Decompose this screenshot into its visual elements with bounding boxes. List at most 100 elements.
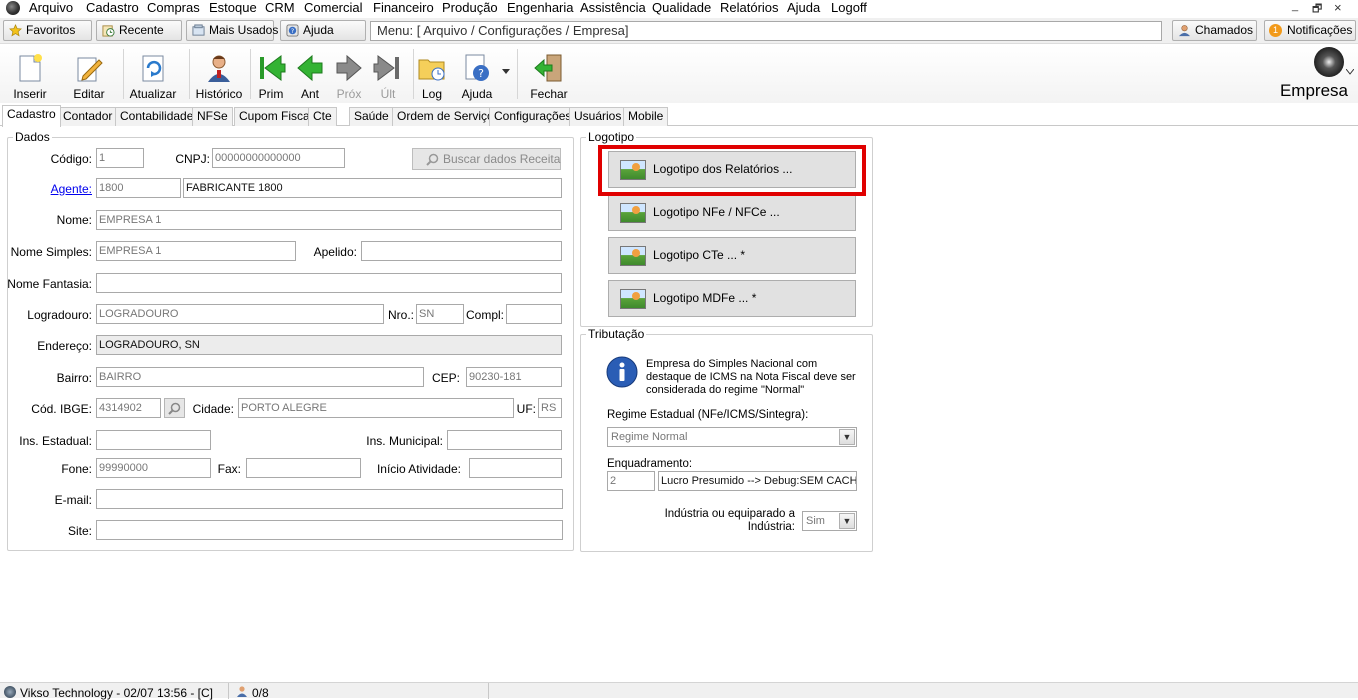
menu-path-display: Menu: [ Arquivo / Configurações / Empres… (370, 21, 1162, 41)
app-logo-icon[interactable] (6, 1, 20, 15)
chevron-down-icon[interactable] (502, 69, 510, 75)
logotipo-cte-button[interactable]: Logotipo CTe ... * (608, 237, 856, 274)
cep-field[interactable]: 90230-181 (466, 367, 562, 387)
historico-button[interactable]: Histórico (196, 49, 242, 101)
tab-nfse[interactable]: NFSe (192, 107, 233, 126)
endereco-field: LOGRADOURO, SN (96, 335, 562, 355)
menu-financeiro[interactable]: Financeiro (373, 0, 434, 16)
buscar-receita-button[interactable]: Buscar dados Receita (412, 148, 561, 170)
agente-name-field[interactable]: FABRICANTE 1800 (183, 178, 562, 198)
enquadramento-code-field[interactable]: 2 (607, 471, 655, 491)
nome-simples-field[interactable]: EMPRESA 1 (96, 241, 296, 261)
tab-mobile[interactable]: Mobile (623, 107, 669, 126)
chevron-down-icon[interactable] (1346, 69, 1354, 75)
tab-usuarios[interactable]: Usuários (569, 107, 627, 126)
agente-link[interactable]: Agente: (20, 182, 92, 196)
fone-field[interactable]: 99990000 (96, 458, 211, 478)
atualizar-button[interactable]: Atualizar (130, 49, 176, 101)
tab-configuracoes[interactable]: Configurações (489, 107, 577, 126)
log-folder-icon (418, 59, 445, 81)
menu-engenharia[interactable]: Engenharia (507, 0, 574, 16)
editar-button[interactable]: Editar (67, 49, 111, 101)
menu-comercial[interactable]: Comercial (304, 0, 363, 16)
codigo-field[interactable]: 1 (96, 148, 144, 168)
company-logo-icon[interactable] (1314, 47, 1344, 77)
logotipo-cte-label: Logotipo CTe ... * (653, 248, 746, 262)
ajuda-toolbar-button[interactable]: ? Ajuda (455, 49, 499, 101)
menu-estoque[interactable]: Estoque (209, 0, 257, 16)
favoritos-button[interactable]: Favoritos (3, 20, 92, 41)
codigo-label: Código: (50, 152, 92, 166)
notificacoes-button[interactable]: 1 Notificações (1264, 20, 1356, 41)
uf-field[interactable]: RS (538, 398, 562, 418)
user-icon (237, 686, 247, 697)
tab-contador[interactable]: Contador (58, 107, 118, 126)
inserir-label: Inserir (13, 87, 47, 101)
toolbar: Inserir Editar Atualizar Histórico Prim … (0, 45, 1358, 103)
menu-cadastro[interactable]: Cadastro (86, 0, 139, 16)
tab-cte[interactable]: Cte (308, 107, 337, 126)
logradouro-field[interactable]: LOGRADOURO (96, 304, 384, 324)
inserir-button[interactable]: Inserir (8, 49, 52, 101)
help-document-icon: ? (465, 54, 489, 81)
tab-cadastro[interactable]: Cadastro (2, 105, 61, 127)
tab-strip: Cadastro Contador Contabilidade NFSe Cup… (0, 105, 1358, 127)
nome-field[interactable]: EMPRESA 1 (96, 210, 562, 230)
ins-municipal-field[interactable] (447, 430, 562, 450)
cidade-field[interactable]: PORTO ALEGRE (238, 398, 514, 418)
inicio-atividade-field[interactable] (469, 458, 562, 478)
menu-assistencia[interactable]: Assistência (580, 0, 646, 16)
menu-qualidade[interactable]: Qualidade (652, 0, 711, 16)
regime-select[interactable]: Regime Normal ▼ (607, 427, 857, 447)
menu-arquivo[interactable]: Arquivo (29, 0, 73, 16)
log-button[interactable]: Log (410, 49, 454, 101)
cod-ibge-label: Cód. IBGE: (31, 402, 92, 416)
nro-field[interactable]: SN (416, 304, 464, 324)
close-button[interactable]: × (1334, 0, 1342, 15)
bairro-field[interactable]: BAIRRO (96, 367, 424, 387)
menu-ajuda[interactable]: Ajuda (787, 0, 820, 16)
cnpj-field[interactable]: 00000000000000 (212, 148, 345, 168)
cod-ibge-field[interactable]: 4314902 (96, 398, 161, 418)
logotipo-mdfe-button[interactable]: Logotipo MDFe ... * (608, 280, 856, 317)
chamados-button[interactable]: Chamados (1172, 20, 1257, 41)
menu-relatorios[interactable]: Relatórios (720, 0, 779, 16)
search-ibge-button[interactable] (164, 398, 185, 418)
apelido-field[interactable] (361, 241, 562, 261)
fone-label: Fone: (61, 462, 92, 476)
email-field[interactable] (96, 489, 563, 509)
ajuda-fav-button[interactable]: ? Ajuda (280, 20, 366, 41)
compl-field[interactable] (506, 304, 562, 324)
inicio-atividade-label: Início Atividade: (376, 462, 461, 476)
recente-button[interactable]: Recente (96, 20, 182, 41)
tab-ordem-de-servico[interactable]: Ordem de Serviço (392, 107, 499, 126)
chevron-down-icon[interactable]: ▼ (839, 513, 855, 529)
ins-estadual-field[interactable] (96, 430, 211, 450)
mais-usados-button[interactable]: Mais Usados (186, 20, 278, 41)
tab-cupom-fiscal[interactable]: Cupom Fiscal (234, 107, 318, 126)
chevron-down-icon[interactable]: ▼ (839, 429, 855, 445)
fechar-button[interactable]: Fechar (527, 49, 571, 101)
tab-contabilidade[interactable]: Contabilidade (115, 107, 199, 126)
status-bar: Vikso Technology - 02/07 13:56 - [C] 0/8 (0, 682, 1358, 700)
enquadramento-text-field[interactable]: Lucro Presumido --> Debug:SEM CACHE (658, 471, 857, 491)
minimize-button[interactable]: _ (1292, 0, 1298, 12)
tab-saude[interactable]: Saúde (349, 107, 394, 126)
fax-field[interactable] (246, 458, 361, 478)
agente-code-field[interactable]: 1800 (96, 178, 181, 198)
menu-producao[interactable]: Produção (442, 0, 498, 16)
logotipo-nfe-button[interactable]: Logotipo NFe / NFCe ... (608, 194, 856, 231)
info-icon (606, 356, 638, 388)
nome-fantasia-field[interactable] (96, 273, 562, 293)
ins-estadual-label: Ins. Estadual: (19, 434, 92, 448)
menu-crm[interactable]: CRM (265, 0, 295, 16)
industria-select[interactable]: Sim ▼ (802, 511, 857, 531)
site-field[interactable] (96, 520, 563, 540)
nro-label: Nro.: (387, 308, 414, 322)
menu-logoff[interactable]: Logoff (831, 0, 867, 16)
nome-label: Nome: (56, 213, 92, 227)
search-icon (168, 402, 181, 415)
cidade-label: Cidade: (192, 402, 234, 416)
restore-button[interactable]: 🗗 (1312, 0, 1322, 19)
menu-compras[interactable]: Compras (147, 0, 200, 16)
